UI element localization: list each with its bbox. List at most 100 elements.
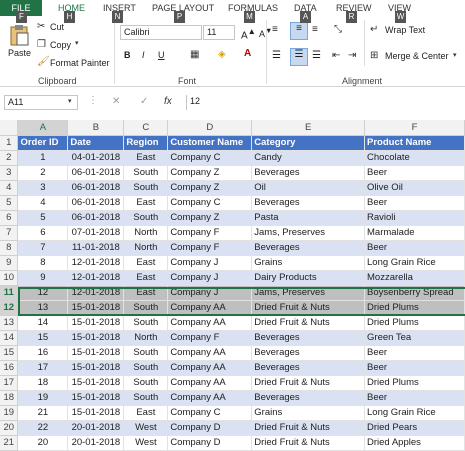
table-cell[interactable]: Company D: [167, 435, 253, 451]
align-right-button[interactable]: ☰: [312, 50, 321, 61]
formula-input[interactable]: 12: [186, 95, 465, 110]
table-cell[interactable]: Company Z: [167, 165, 253, 181]
table-cell[interactable]: 18: [17, 375, 69, 391]
table-cell[interactable]: Company AA: [167, 360, 253, 376]
header-cell[interactable]: Product Name: [364, 135, 465, 151]
table-cell[interactable]: 3: [17, 180, 69, 196]
table-cell[interactable]: 8: [17, 255, 69, 271]
align-middle-button[interactable]: ≡: [290, 22, 308, 40]
table-cell[interactable]: 12: [17, 285, 69, 301]
table-cell[interactable]: Company Z: [167, 180, 253, 196]
table-cell[interactable]: Dried Pears: [364, 420, 465, 436]
indent-icon[interactable]: ⇤: [332, 50, 340, 61]
table-cell[interactable]: Marmalade: [364, 225, 465, 241]
table-cell[interactable]: North: [123, 330, 169, 346]
table-cell[interactable]: 21: [17, 405, 69, 421]
table-cell[interactable]: Grains: [251, 405, 366, 421]
row-header[interactable]: 16: [0, 360, 19, 376]
column-header[interactable]: F: [364, 120, 465, 136]
table-cell[interactable]: Company AA: [167, 375, 253, 391]
table-cell[interactable]: 7: [17, 240, 69, 256]
table-cell[interactable]: 06-01-2018: [67, 180, 125, 196]
column-header[interactable]: B: [67, 120, 125, 136]
row-header[interactable]: 13: [0, 315, 19, 331]
table-cell[interactable]: Dried Fruit & Nuts: [251, 300, 366, 316]
table-cell[interactable]: 06-01-2018: [67, 210, 125, 226]
table-cell[interactable]: Company F: [167, 225, 253, 241]
table-cell[interactable]: 19: [17, 390, 69, 406]
worksheet-grid[interactable]: A B C D E F 1 Order ID Date Region Custo…: [0, 120, 465, 451]
align-center-button[interactable]: ☰: [290, 48, 308, 66]
table-cell[interactable]: 07-01-2018: [67, 225, 125, 241]
table-cell[interactable]: 4: [17, 195, 69, 211]
row-header[interactable]: 19: [0, 405, 19, 421]
table-cell[interactable]: South: [123, 360, 169, 376]
row-header[interactable]: 10: [0, 270, 19, 286]
table-cell[interactable]: Grains: [251, 255, 366, 271]
table-cell[interactable]: South: [123, 315, 169, 331]
table-cell[interactable]: 06-01-2018: [67, 165, 125, 181]
table-cell[interactable]: Company C: [167, 405, 253, 421]
table-cell[interactable]: 15-01-2018: [67, 300, 125, 316]
table-cell[interactable]: Dried Apples: [364, 435, 465, 451]
table-cell[interactable]: 15-01-2018: [67, 330, 125, 346]
table-cell[interactable]: Company AA: [167, 345, 253, 361]
table-cell[interactable]: Oil: [251, 180, 366, 196]
table-cell[interactable]: East: [123, 195, 169, 211]
table-cell[interactable]: East: [123, 255, 169, 271]
table-cell[interactable]: South: [123, 300, 169, 316]
table-cell[interactable]: Company C: [167, 150, 253, 166]
table-cell[interactable]: Company J: [167, 270, 253, 286]
align-left-button[interactable]: ☰: [272, 50, 281, 61]
table-cell[interactable]: Company F: [167, 330, 253, 346]
table-cell[interactable]: Beverages: [251, 240, 366, 256]
table-cell[interactable]: Beverages: [251, 165, 366, 181]
table-cell[interactable]: 20-01-2018: [67, 420, 125, 436]
table-cell[interactable]: Dried Fruit & Nuts: [251, 420, 366, 436]
table-cell[interactable]: West: [123, 435, 169, 451]
row-header[interactable]: 3: [0, 165, 19, 181]
table-cell[interactable]: 15-01-2018: [67, 390, 125, 406]
table-cell[interactable]: Company AA: [167, 390, 253, 406]
table-cell[interactable]: Long Grain Rice: [364, 255, 465, 271]
table-cell[interactable]: Dairy Products: [251, 270, 366, 286]
table-cell[interactable]: South: [123, 180, 169, 196]
table-cell[interactable]: Ravioli: [364, 210, 465, 226]
table-cell[interactable]: Beer: [364, 390, 465, 406]
column-header[interactable]: E: [251, 120, 366, 136]
font-color-icon[interactable]: A: [244, 48, 251, 59]
table-cell[interactable]: Beer: [364, 360, 465, 376]
table-cell[interactable]: 20: [17, 435, 69, 451]
table-cell[interactable]: East: [123, 270, 169, 286]
table-cell[interactable]: Beer: [364, 240, 465, 256]
orientation-icon[interactable]: ⤡: [334, 24, 342, 35]
paste-button[interactable]: Paste: [4, 24, 34, 64]
chevron-down-icon[interactable]: ▾: [453, 51, 457, 59]
row-header[interactable]: 11: [0, 285, 19, 301]
row-header[interactable]: 17: [0, 375, 19, 391]
table-cell[interactable]: 15-01-2018: [67, 345, 125, 361]
table-cell[interactable]: Company AA: [167, 315, 253, 331]
font-name-box[interactable]: Calibri: [120, 25, 202, 40]
cut-button[interactable]: Cut: [50, 22, 64, 32]
table-cell[interactable]: 12-01-2018: [67, 255, 125, 271]
table-cell[interactable]: 15-01-2018: [67, 360, 125, 376]
table-cell[interactable]: 13: [17, 300, 69, 316]
table-cell[interactable]: Company J: [167, 285, 253, 301]
outdent-icon[interactable]: ⇥: [348, 50, 356, 61]
table-cell[interactable]: Jams, Preserves: [251, 285, 366, 301]
table-cell[interactable]: 17: [17, 360, 69, 376]
table-cell[interactable]: Beer: [364, 345, 465, 361]
row-header[interactable]: 8: [0, 240, 19, 256]
row-header[interactable]: 4: [0, 180, 19, 196]
table-cell[interactable]: Chocolate: [364, 150, 465, 166]
table-cell[interactable]: 22: [17, 420, 69, 436]
table-cell[interactable]: 20-01-2018: [67, 435, 125, 451]
table-cell[interactable]: Dried Fruit & Nuts: [251, 375, 366, 391]
grow-font-button[interactable]: A▲: [241, 26, 256, 41]
row-header[interactable]: 1: [0, 135, 19, 151]
table-cell[interactable]: 9: [17, 270, 69, 286]
fill-color-icon[interactable]: ◈: [218, 49, 226, 60]
table-cell[interactable]: 1: [17, 150, 69, 166]
row-header[interactable]: 7: [0, 225, 19, 241]
